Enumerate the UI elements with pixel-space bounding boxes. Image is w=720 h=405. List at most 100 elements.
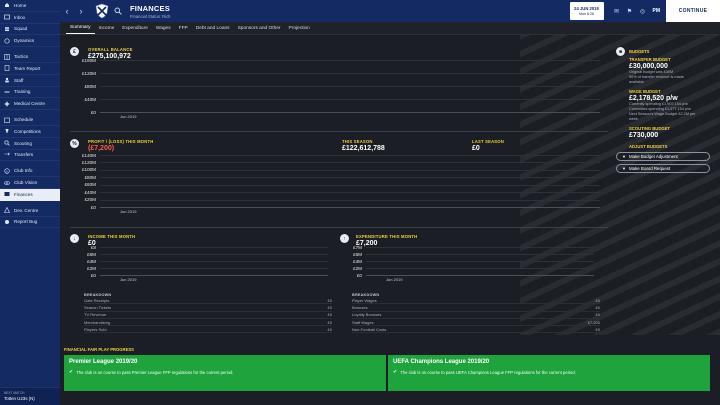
trophy-icon[interactable]: ⚑ — [625, 6, 635, 16]
finance-tabs: Summary Income Expenditure Wages FFP Debt and… — [60, 22, 720, 35]
sidebar-item-training[interactable]: Training — [0, 87, 60, 99]
breakdown-label: Loyalty Bonuses — [352, 312, 382, 318]
grid-line — [100, 199, 600, 201]
y-tick-label: £20M — [84, 197, 97, 203]
expenditure-breakdown: BREAKDOWN Player Wages £0 Bonuses £0 Loyalty… — [352, 293, 600, 334]
grid-line — [100, 261, 328, 262]
this-season-title: THIS SEASON — [342, 139, 373, 144]
date-display[interactable]: 24 JUN 2019 Mon 6:26 — [569, 2, 604, 20]
sidebar-item-dynamics[interactable]: Dynamics — [0, 35, 60, 48]
last-season-title: LAST SEASON — [472, 139, 504, 144]
forward-icon[interactable]: › — [74, 4, 88, 18]
tab-projection[interactable]: Projection — [285, 22, 314, 34]
world-icon[interactable]: ◎ — [638, 6, 648, 16]
tab-ffp[interactable]: FFP — [175, 22, 192, 34]
next-match-opponent: Totten U23s (N) — [4, 396, 35, 401]
breakdown-row: Staff Wages £7,200 — [352, 319, 600, 327]
top-bar-actions: 24 JUN 2019 Mon 6:26 ✉ ⚑ ◎ PM CONTINUE — [569, 0, 720, 22]
x-tick-label: Jun 2019 — [120, 114, 137, 119]
inbox-icon — [4, 14, 10, 20]
sidebar-item-inbox[interactable]: Inbox — [0, 12, 60, 24]
next-match-label: NEXT MATCH — [4, 391, 25, 395]
sidebar-item-team-report[interactable]: Team Report — [0, 63, 60, 75]
section-divider — [70, 227, 608, 228]
y-tick-label: £7M — [353, 244, 362, 250]
y-tick-label: £2M — [353, 265, 362, 271]
continue-button[interactable]: CONTINUE — [666, 0, 720, 22]
breakdown-value: £0 — [327, 304, 332, 310]
y-tick-label: £40M — [84, 189, 97, 195]
make-board-request-label: Make Board Request — [628, 166, 671, 171]
scouting-budget-value: £730,000 — [629, 132, 659, 139]
sidebar-item-schedule[interactable]: Schedule — [0, 114, 60, 126]
breakdown-label: Gate Receipts — [84, 297, 110, 303]
grid-line — [100, 99, 600, 100]
chevron-down-icon: ▼ — [622, 154, 626, 159]
sidebar-item-club-info[interactable]: Club Info — [0, 165, 60, 178]
grid-line — [100, 155, 600, 156]
y-tick-label: £80M — [84, 174, 97, 180]
search-icon[interactable] — [114, 7, 122, 15]
wage-budget-note: week — [629, 117, 638, 121]
tab-debt-and-loans[interactable]: Debt and Loans — [192, 22, 234, 34]
tab-income[interactable]: Income — [95, 22, 119, 34]
ffp-section: FINANCIAL FAIR PLAY PROGRESS Premier Lea… — [64, 347, 710, 393]
budgets-panel: ■ BUDGETS TRANSFER BUDGET £30,000,000 Or… — [616, 41, 716, 341]
breakdown-value: £0 — [595, 326, 600, 332]
sidebar-item-competitions[interactable]: Competitions — [0, 126, 60, 138]
ffp-card-text: The club is on course to pass Premier Le… — [76, 369, 234, 375]
tab-wages[interactable]: Wages — [152, 22, 175, 34]
sidebar-item-club-vision[interactable]: Club Vision — [0, 177, 60, 189]
breakdown-value: £0 — [327, 326, 332, 332]
wage-budget-value: £2,178,520 p/w — [629, 95, 678, 102]
grid-line — [100, 268, 328, 269]
breakdown-value: £7,200 — [587, 319, 600, 325]
x-tick-label: Jun 2019 — [386, 277, 403, 282]
sidebar-item-label: Club Vision — [14, 180, 38, 186]
training-icon — [4, 89, 10, 95]
this-season-value: £122,612,788 — [342, 145, 385, 152]
sidebar-item-staff[interactable]: Staff — [0, 75, 60, 87]
ffp-card-premier-league[interactable]: Premier League 2019/20 ✔ The club is on … — [64, 355, 386, 391]
check-icon: ✔ — [69, 369, 74, 375]
make-board-request-button[interactable]: ▼ Make Board Request — [616, 164, 710, 173]
tab-sponsors-and-other[interactable]: Sponsors and Other — [234, 22, 285, 34]
sidebar-item-transfers[interactable]: Transfers — [0, 150, 60, 162]
sidebar: Home Inbox Squad Dynamics Tactics Team Report… — [0, 0, 60, 405]
percent-icon: % — [70, 139, 79, 148]
sidebar-item-scouting[interactable]: Scouting — [0, 138, 60, 150]
last-season-value: £0 — [472, 145, 480, 152]
tab-expenditure[interactable]: Expenditure — [118, 22, 152, 34]
expenditure-chart: £7M £6M £4M £2M £0 Jun 2019 — [340, 244, 598, 285]
make-budget-adjustment-button[interactable]: ▼ Make Budget Adjustment — [616, 152, 710, 161]
dev-centre-icon — [4, 207, 10, 213]
back-icon[interactable]: ‹ — [60, 4, 74, 18]
grid-line — [100, 184, 600, 186]
x-tick-label: Jun 2019 — [120, 277, 137, 282]
tactics-icon — [4, 53, 10, 60]
top-bar: ‹ › FINANCES Financial Status: Rich 24 J… — [60, 0, 720, 22]
sidebar-item-home[interactable]: Home — [0, 0, 60, 12]
pm-badge[interactable]: PM — [653, 8, 661, 14]
notification-icon[interactable]: ✉ — [612, 6, 622, 16]
adjust-budgets-title: ADJUST BUDGETS — [629, 144, 668, 149]
tab-summary[interactable]: Summary — [66, 22, 95, 34]
sidebar-item-squad[interactable]: Squad — [0, 24, 60, 36]
ffp-card-champions-league[interactable]: UEFA Champions League 2019/20 ✔ The club… — [388, 355, 710, 391]
club-info-icon — [4, 168, 10, 174]
last-season-block: LAST SEASON £0 — [472, 139, 504, 152]
financial-status: Financial Status: Rich — [130, 13, 171, 19]
y-tick-label: £120M — [81, 159, 96, 165]
club-crest-icon[interactable] — [94, 3, 110, 19]
sidebar-item-tactics[interactable]: Tactics — [0, 51, 60, 63]
sidebar-item-dev-centre[interactable]: Dev. Centre — [0, 205, 60, 217]
sidebar-item-label: Training — [14, 89, 31, 95]
breakdown-value: £0 — [327, 319, 332, 325]
breakdown-row: Merchandising £0 — [84, 319, 332, 327]
page-title-block: FINANCES Financial Status: Rich — [130, 4, 171, 19]
sidebar-item-medical-centre[interactable]: Medical Centre — [0, 98, 60, 111]
sidebar-item-finances[interactable]: Finances — [0, 188, 60, 201]
next-match-panel[interactable]: NEXT MATCH Totten U23s (N) — [0, 387, 60, 405]
sidebar-item-report-bug[interactable]: Report Bug — [0, 217, 60, 229]
breakdown-label: TV Revenue — [84, 312, 107, 318]
